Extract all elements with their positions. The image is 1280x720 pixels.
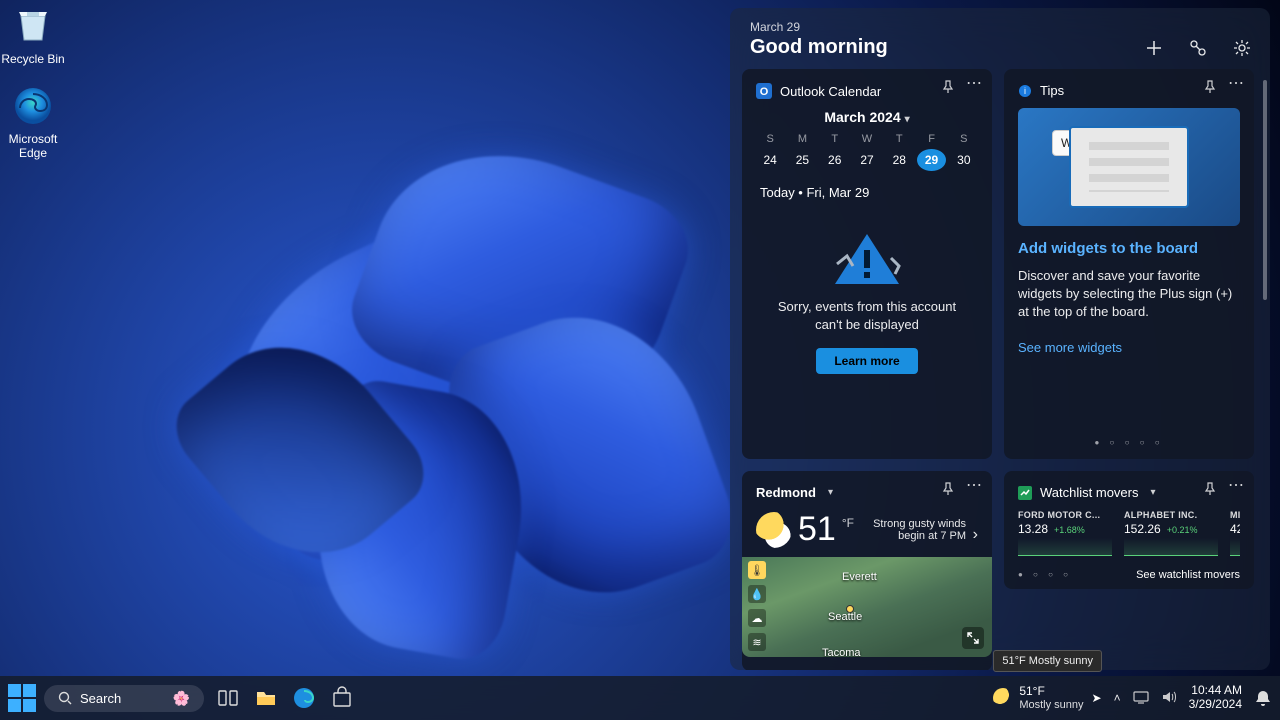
map-layer-clouds[interactable]: ☁ bbox=[748, 609, 766, 627]
pager-dots[interactable]: ● ○ ○ ○ bbox=[1018, 570, 1072, 579]
settings-button[interactable] bbox=[1232, 38, 1252, 58]
pin-icon[interactable] bbox=[1202, 79, 1218, 95]
tray-volume-icon[interactable] bbox=[1161, 689, 1177, 708]
calendar-day-today[interactable]: 29 bbox=[917, 149, 945, 171]
file-explorer-button[interactable] bbox=[252, 684, 280, 712]
calendar-day[interactable]: 28 bbox=[885, 149, 913, 171]
map-layer-precipitation[interactable]: 💧 bbox=[748, 585, 766, 603]
pin-icon[interactable] bbox=[1202, 481, 1218, 497]
ticker[interactable]: ALPHABET INC. 152.26+0.21% bbox=[1124, 510, 1218, 556]
desktop-icon-edge[interactable]: Microsoft Edge bbox=[0, 84, 71, 160]
calendar-empty-state: Sorry, events from this account can't be… bbox=[756, 210, 978, 384]
see-more-widgets-link[interactable]: See more widgets bbox=[1018, 340, 1122, 355]
more-icon[interactable]: ⋯ bbox=[966, 481, 982, 497]
desktop-icon-label: Microsoft Edge bbox=[0, 132, 71, 160]
map-layer-wind[interactable]: ≋ bbox=[748, 633, 766, 651]
more-icon[interactable]: ⋯ bbox=[966, 79, 982, 95]
svg-text:O: O bbox=[760, 86, 769, 98]
calendar-today-label: Today • Fri, Mar 29 bbox=[760, 185, 978, 200]
pin-icon[interactable] bbox=[940, 79, 956, 95]
expand-map-button[interactable] bbox=[962, 627, 984, 649]
svg-text:i: i bbox=[1024, 86, 1026, 96]
widgets-panel: March 29 Good morning O Outlook Calendar… bbox=[730, 8, 1270, 670]
calendar-day[interactable]: 30 bbox=[950, 149, 978, 171]
ticker[interactable]: FORD MOTOR C... 13.28+1.68% bbox=[1018, 510, 1112, 556]
warning-icon bbox=[827, 228, 907, 288]
weather-tooltip: 51°F Mostly sunny bbox=[993, 650, 1102, 672]
desktop-icon-recycle-bin[interactable]: Recycle Bin bbox=[0, 4, 71, 66]
pin-icon[interactable] bbox=[940, 481, 956, 497]
calendar-day[interactable]: 27 bbox=[853, 149, 881, 171]
calendar-day[interactable]: 25 bbox=[788, 149, 816, 171]
calendar-grid: S M T W T F S 24 25 26 27 28 29 30 bbox=[756, 133, 978, 171]
start-button[interactable] bbox=[8, 684, 36, 712]
ticker[interactable]: MI 420 bbox=[1230, 510, 1240, 556]
cursor-icon: ➤ bbox=[1092, 691, 1102, 705]
search-box[interactable]: Search 🌸 bbox=[44, 685, 204, 712]
see-watchlist-link[interactable]: See watchlist movers bbox=[1136, 569, 1240, 581]
tips-widget[interactable]: i Tips ⋯ Widgets+ Add widgets to the boa… bbox=[1004, 69, 1254, 459]
personalize-button[interactable] bbox=[1188, 38, 1208, 58]
wallpaper-bloom bbox=[150, 120, 770, 680]
add-widget-button[interactable] bbox=[1144, 38, 1164, 58]
tips-headline: Add widgets to the board bbox=[1018, 240, 1240, 257]
scrollbar[interactable] bbox=[1263, 80, 1267, 300]
weather-alert[interactable]: Strong gusty winds begin at 7 PM bbox=[868, 518, 978, 542]
watchlist-widget[interactable]: Watchlist movers▾ ⋯ FORD MOTOR C... 13.2… bbox=[1004, 471, 1254, 589]
weather-icon bbox=[993, 688, 1013, 708]
taskbar-weather[interactable]: 51°FMostly sunny ➤ bbox=[993, 685, 1101, 710]
map-layer-temperature[interactable]: 🌡 bbox=[748, 561, 766, 579]
calendar-day[interactable]: 24 bbox=[756, 149, 784, 171]
more-icon[interactable]: ⋯ bbox=[1228, 79, 1244, 95]
calendar-day[interactable]: 26 bbox=[821, 149, 849, 171]
tips-hero-image: Widgets+ bbox=[1018, 108, 1240, 226]
tips-icon: i bbox=[1018, 84, 1032, 98]
tray-display-icon[interactable] bbox=[1133, 689, 1149, 708]
search-icon bbox=[58, 691, 72, 705]
taskbar-clock[interactable]: 10:44 AM3/29/2024 bbox=[1189, 684, 1242, 712]
notifications-button[interactable] bbox=[1254, 689, 1272, 707]
search-placeholder: Search bbox=[80, 691, 121, 706]
tips-body: Discover and save your favorite widgets … bbox=[1018, 267, 1240, 322]
task-view-button[interactable] bbox=[214, 684, 242, 712]
weather-map[interactable]: 🌡 💧 ☁ ≋ Everett Seattle Tacoma bbox=[742, 557, 992, 657]
pager-dots[interactable]: ● ○ ○ ○ ○ bbox=[1004, 438, 1254, 447]
stocks-icon bbox=[1018, 486, 1032, 500]
recycle-bin-icon bbox=[11, 4, 55, 48]
taskbar: Search 🌸 51°FMostly sunny ➤ ˄ 10:44 AM3/… bbox=[0, 676, 1280, 720]
calendar-month[interactable]: March 2024▾ bbox=[756, 109, 978, 125]
weather-condition-icon bbox=[756, 512, 792, 548]
weather-unit: °F bbox=[842, 516, 854, 530]
widgets-date: March 29 bbox=[750, 20, 1260, 34]
calendar-widget[interactable]: O Outlook Calendar ⋯ March 2024▾ S M T W… bbox=[742, 69, 992, 459]
outlook-icon: O bbox=[756, 83, 772, 99]
more-icon[interactable]: ⋯ bbox=[1228, 481, 1244, 497]
desktop-icon-label: Recycle Bin bbox=[0, 52, 71, 66]
tray-chevron-icon[interactable]: ˄ bbox=[1114, 691, 1121, 705]
weather-widget[interactable]: Redmond▾ ⋯ 51 °F Strong gusty winds begi… bbox=[742, 471, 992, 670]
weather-temp: 51 bbox=[798, 510, 836, 549]
edge-button[interactable] bbox=[290, 684, 318, 712]
store-button[interactable] bbox=[328, 684, 356, 712]
learn-more-button[interactable]: Learn more bbox=[816, 348, 917, 374]
search-highlight-icon: 🌸 bbox=[173, 690, 190, 707]
edge-icon bbox=[11, 84, 55, 128]
